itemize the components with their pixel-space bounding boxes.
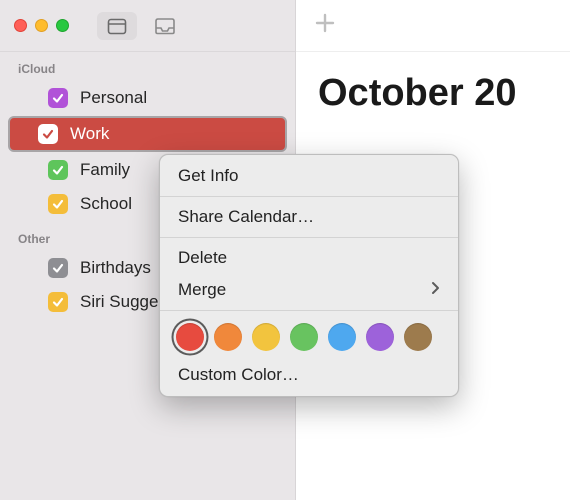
- titlebar: [0, 0, 295, 52]
- color-swatch-brown[interactable]: [404, 323, 432, 351]
- menu-separator: [160, 310, 458, 311]
- menu-label: Custom Color…: [178, 365, 299, 385]
- menu-label: Merge: [178, 280, 226, 300]
- menu-separator: [160, 196, 458, 197]
- minimize-window-button[interactable]: [35, 19, 48, 32]
- month-title: October 20: [296, 52, 570, 115]
- checkbox-icon[interactable]: [48, 292, 68, 312]
- plus-icon: [314, 12, 336, 34]
- menu-custom-color[interactable]: Custom Color…: [160, 359, 458, 391]
- inbox-button[interactable]: [145, 12, 185, 40]
- chevron-right-icon: [431, 280, 440, 300]
- calendar-item-personal[interactable]: Personal: [10, 82, 285, 114]
- add-event-button[interactable]: [314, 12, 336, 39]
- color-swatch-blue[interactable]: [328, 323, 356, 351]
- tray-icon: [154, 17, 176, 35]
- checkbox-icon[interactable]: [48, 194, 68, 214]
- color-swatch-yellow[interactable]: [252, 323, 280, 351]
- menu-delete[interactable]: Delete: [160, 242, 458, 274]
- fullscreen-window-button[interactable]: [56, 19, 69, 32]
- color-swatch-purple[interactable]: [366, 323, 394, 351]
- menu-label: Share Calendar…: [178, 207, 314, 227]
- checkbox-icon[interactable]: [48, 258, 68, 278]
- window-controls: [14, 19, 69, 32]
- calendar-list-toggle[interactable]: [97, 12, 137, 40]
- color-swatch-orange[interactable]: [214, 323, 242, 351]
- calendar-label: Birthdays: [80, 258, 151, 278]
- menu-merge[interactable]: Merge: [160, 274, 458, 306]
- calendar-label: Personal: [80, 88, 147, 108]
- menu-separator: [160, 237, 458, 238]
- calendar-item-work[interactable]: Work: [8, 116, 287, 152]
- menu-label: Get Info: [178, 166, 238, 186]
- checkbox-icon[interactable]: [38, 124, 58, 144]
- calendar-label: School: [80, 194, 132, 214]
- checkbox-icon[interactable]: [48, 88, 68, 108]
- calendar-label: Work: [70, 124, 109, 144]
- close-window-button[interactable]: [14, 19, 27, 32]
- color-swatch-red[interactable]: [176, 323, 204, 351]
- menu-share-calendar[interactable]: Share Calendar…: [160, 201, 458, 233]
- context-menu: Get Info Share Calendar… Delete Merge Cu…: [159, 154, 459, 397]
- color-row: [160, 315, 458, 359]
- menu-get-info[interactable]: Get Info: [160, 160, 458, 192]
- calendar-label: Family: [80, 160, 130, 180]
- menu-label: Delete: [178, 248, 227, 268]
- color-swatch-green[interactable]: [290, 323, 318, 351]
- main-toolbar: [296, 0, 570, 52]
- calendar-icon: [107, 17, 127, 35]
- checkbox-icon[interactable]: [48, 160, 68, 180]
- section-header: iCloud: [0, 52, 295, 80]
